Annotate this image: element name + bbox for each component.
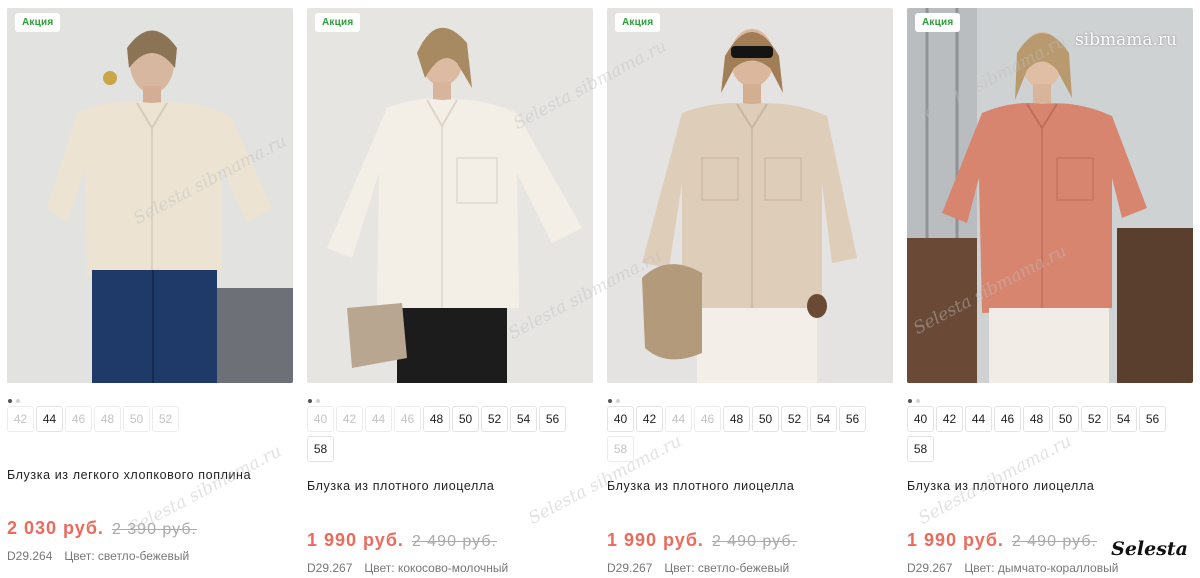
product-image <box>907 8 1193 383</box>
size-option[interactable]: 52 <box>481 406 508 432</box>
size-option: 46 <box>694 406 721 432</box>
size-list: 40 42 44 46 48 50 52 54 56 58 <box>307 406 593 466</box>
size-option[interactable]: 40 <box>907 406 934 432</box>
product-title[interactable]: Блузка из плотного лиоцелла <box>307 479 593 493</box>
carousel-dot[interactable] <box>916 399 920 403</box>
size-option: 46 <box>65 406 92 432</box>
brand-logo: Selesta <box>1111 538 1188 560</box>
product-sku: D29.267 <box>307 561 353 575</box>
product-card[interactable]: Акция 42 44 46 48 50 52 Блузка из легкого хло… <box>7 8 293 578</box>
product-photo[interactable]: Акция <box>7 8 293 383</box>
current-price: 1 990 руб. <box>907 530 1004 550</box>
size-option: 42 <box>7 406 34 432</box>
carousel-dot[interactable] <box>316 399 320 403</box>
size-option: 52 <box>152 406 179 432</box>
carousel-dot[interactable] <box>8 399 12 403</box>
size-option: 44 <box>665 406 692 432</box>
carousel-dot[interactable] <box>908 399 912 403</box>
product-image <box>607 8 893 383</box>
product-title[interactable]: Блузка из легкого хлопкового поплина <box>7 468 293 482</box>
size-option[interactable]: 48 <box>1023 406 1050 432</box>
product-meta: D29.267 Цвет: светло-бежевый <box>607 561 893 575</box>
carousel-dots <box>8 390 24 403</box>
size-option[interactable]: 40 <box>607 406 634 432</box>
old-price: 2 390 руб. <box>111 521 197 538</box>
size-list: 40 42 44 46 48 50 52 54 56 58 <box>607 406 893 466</box>
product-image <box>7 8 293 383</box>
old-price: 2 490 руб. <box>1011 533 1097 550</box>
size-list: 42 44 46 48 50 52 <box>7 406 293 436</box>
product-color: Цвет: светло-бежевый <box>664 561 790 575</box>
size-option: 44 <box>365 406 392 432</box>
size-option[interactable]: 54 <box>810 406 837 432</box>
product-title[interactable]: Блузка из плотного лиоцелла <box>607 479 893 493</box>
size-option[interactable]: 58 <box>907 436 934 462</box>
sale-badge: Акция <box>15 13 61 32</box>
current-price: 1 990 руб. <box>307 530 404 550</box>
size-option[interactable]: 50 <box>752 406 779 432</box>
site-watermark: sibmama.ru <box>1074 30 1177 50</box>
product-title[interactable]: Блузка из плотного лиоцелла <box>907 479 1193 493</box>
sale-badge: Акция <box>315 13 361 32</box>
current-price: 1 990 руб. <box>607 530 704 550</box>
size-option: 46 <box>394 406 421 432</box>
old-price: 2 490 руб. <box>411 533 497 550</box>
product-photo[interactable]: Акция <box>607 8 893 383</box>
size-option[interactable]: 48 <box>723 406 750 432</box>
size-option[interactable]: 50 <box>1052 406 1079 432</box>
price-block: 1 990 руб. 2 490 руб. <box>307 530 593 551</box>
product-card[interactable]: Акция 40 42 44 46 48 50 52 54 56 58 Блузка из пло… <box>607 8 893 578</box>
size-list: 40 42 44 46 48 50 52 54 56 58 <box>907 406 1193 466</box>
carousel-dot[interactable] <box>308 399 312 403</box>
product-card[interactable]: Акция sibmama.ru 40 42 44 46 48 50 52 54 56 58 Бл… <box>907 8 1193 578</box>
old-price: 2 490 руб. <box>711 533 797 550</box>
size-option[interactable]: 48 <box>423 406 450 432</box>
size-option[interactable]: 56 <box>839 406 866 432</box>
carousel-dots <box>608 390 624 403</box>
size-option[interactable]: 42 <box>936 406 963 432</box>
sale-badge: Акция <box>615 13 661 32</box>
product-meta: D29.264 Цвет: светло-бежевый <box>7 549 293 563</box>
product-color: Цвет: кокосово-молочный <box>364 561 509 575</box>
size-option[interactable]: 44 <box>965 406 992 432</box>
size-option[interactable]: 56 <box>539 406 566 432</box>
carousel-dots <box>308 390 324 403</box>
carousel-dots <box>908 390 924 403</box>
product-image <box>307 8 593 383</box>
product-photo[interactable]: Акция sibmama.ru <box>907 8 1193 383</box>
size-option[interactable]: 46 <box>994 406 1021 432</box>
size-option: 58 <box>607 436 634 462</box>
product-color: Цвет: светло-бежевый <box>64 549 190 563</box>
product-color: Цвет: дымчато-коралловый <box>964 561 1119 575</box>
size-option: 42 <box>336 406 363 432</box>
product-sku: D29.267 <box>607 561 653 575</box>
current-price: 2 030 руб. <box>7 518 104 538</box>
size-option: 40 <box>307 406 334 432</box>
price-block: 1 990 руб. 2 490 руб. <box>607 530 893 551</box>
product-sku: D29.267 <box>907 561 953 575</box>
carousel-dot[interactable] <box>16 399 20 403</box>
product-photo[interactable]: Акция <box>307 8 593 383</box>
size-option[interactable]: 54 <box>510 406 537 432</box>
product-meta: D29.267 Цвет: кокосово-молочный <box>307 561 593 575</box>
size-option[interactable]: 44 <box>36 406 63 432</box>
product-meta: D29.267 Цвет: дымчато-коралловый <box>907 561 1193 575</box>
product-grid: Акция 42 44 46 48 50 52 Блузка из легкого хло… <box>0 0 1200 578</box>
size-option[interactable]: 52 <box>1081 406 1108 432</box>
size-option[interactable]: 52 <box>781 406 808 432</box>
size-option[interactable]: 50 <box>452 406 479 432</box>
size-option[interactable]: 54 <box>1110 406 1137 432</box>
size-option[interactable]: 56 <box>1139 406 1166 432</box>
carousel-dot[interactable] <box>616 399 620 403</box>
size-option[interactable]: 42 <box>636 406 663 432</box>
size-option: 48 <box>94 406 121 432</box>
product-card[interactable]: Акция 40 42 44 46 48 50 52 54 56 58 Блузка из пло… <box>307 8 593 578</box>
price-block: 2 030 руб. 2 390 руб. <box>7 518 293 539</box>
size-option: 50 <box>123 406 150 432</box>
sale-badge: Акция <box>915 13 961 32</box>
carousel-dot[interactable] <box>608 399 612 403</box>
size-option[interactable]: 58 <box>307 436 334 462</box>
product-sku: D29.264 <box>7 549 53 563</box>
